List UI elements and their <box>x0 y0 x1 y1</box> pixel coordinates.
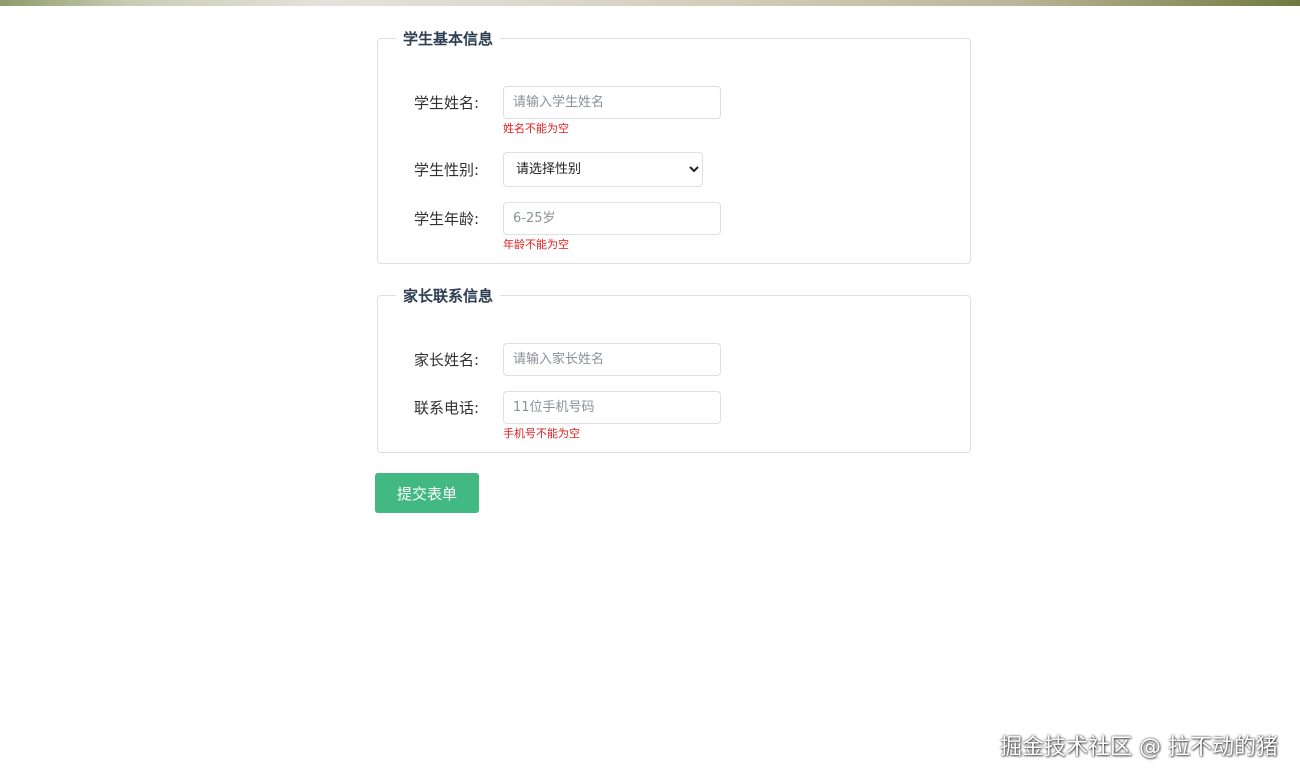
parent-phone-error: 手机号不能为空 <box>503 427 580 440</box>
student-name-input[interactable] <box>503 86 721 119</box>
student-gender-select[interactable]: 请选择性别 <box>503 152 703 187</box>
parent-phone-label: 联系电话: <box>414 399 480 417</box>
parent-name-input[interactable] <box>503 343 721 376</box>
student-age-input[interactable] <box>503 202 721 235</box>
parent-phone-input[interactable] <box>503 391 721 424</box>
student-section-title: 学生基本信息 <box>403 30 494 48</box>
student-age-label: 学生年龄: <box>414 210 480 228</box>
student-name-label: 学生姓名: <box>414 94 480 112</box>
watermark: 掘金技术社区 @ 拉不动的猪 <box>1000 735 1278 760</box>
parent-section-title: 家长联系信息 <box>403 287 494 305</box>
parent-name-label: 家长姓名: <box>414 351 480 369</box>
submit-form-button[interactable]: 提交表单 <box>375 473 479 513</box>
top-decorative-strip <box>0 0 1300 6</box>
student-info-section: 学生基本信息 学生姓名: 姓名不能为空 学生性别: 请选择性别 学生年龄: 年龄… <box>377 28 971 264</box>
student-age-error: 年龄不能为空 <box>503 238 569 251</box>
parent-info-section: 家长联系信息 家长姓名: 联系电话: 手机号不能为空 <box>377 285 971 453</box>
student-name-error: 姓名不能为空 <box>503 122 569 135</box>
student-gender-label: 学生性别: <box>414 161 480 179</box>
